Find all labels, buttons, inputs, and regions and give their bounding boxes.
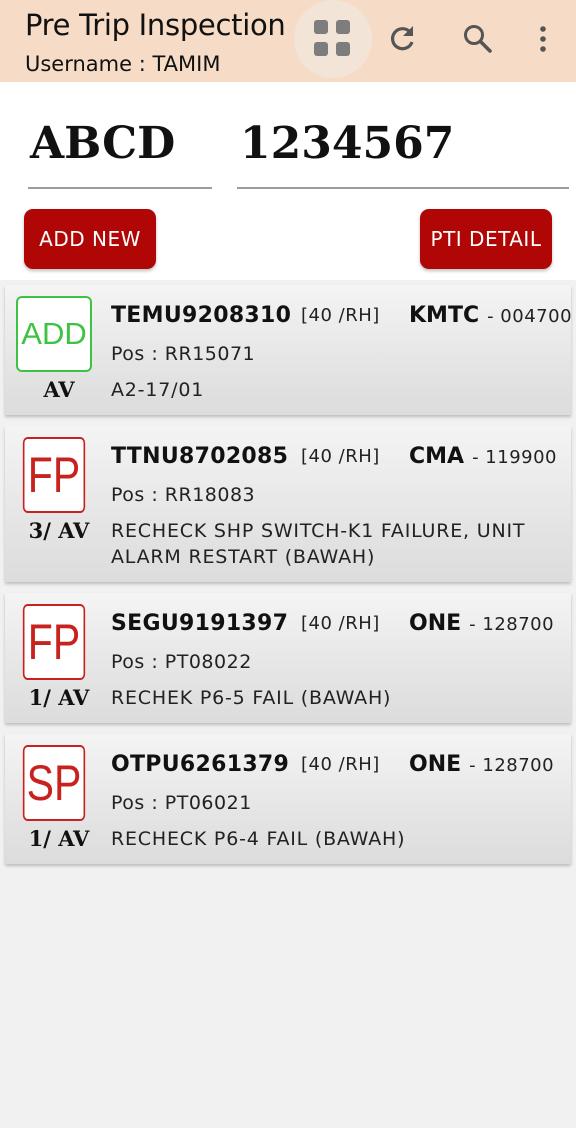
remark: A2-17/01 [111,379,205,401]
status-label: 3/ AV [28,518,90,543]
list-item[interactable]: SP 1/ AV OTPU6261379 [40 /RH] ONE - 12870… [5,734,571,864]
position: Pos : RR18083 [111,484,256,506]
line-code: - 119900 [472,447,558,468]
remark: RECHECK P6-4 FAIL (BAWAH) [111,828,406,850]
size-type: [40 /RH] [301,305,380,326]
line-code: - 004700C [487,306,571,327]
remark: RECHECK SHP SWITCH-K1 FAILURE, UNIT ALAR… [111,520,526,568]
badge-add: ADD [16,296,92,372]
line-code: - 128700 [469,614,555,635]
position: Pos : PT06021 [111,792,252,814]
line-code: - 128700 [469,755,555,776]
list-item[interactable]: FP 1/ AV SEGU9191397 [40 /RH] ONE - 12870… [5,593,571,723]
size-type: [40 /RH] [301,613,380,634]
badge-sp: SP [22,745,86,821]
position: Pos : RR15071 [111,343,256,365]
list-item[interactable]: FP 3/ AV TTNU8702085 [40 /RH] CMA - 11990… [5,426,571,582]
size-type: [40 /RH] [301,446,380,467]
container-number: TTNU8702085 [111,444,289,469]
add-new-button[interactable]: ADD NEW [24,209,156,269]
badge-fp: FP [22,604,86,680]
app-bar: Pre Trip Inspection Username : TAMIM [0,0,576,82]
username-label: Username : TAMIM [25,52,221,76]
position: Pos : PT08022 [111,651,252,673]
more-vert-icon[interactable] [525,20,561,58]
field-right[interactable]: 1234567 [240,118,454,169]
status-label: 1/ AV [28,826,90,851]
container-number: SEGU9191397 [111,611,289,636]
line-name: ONE [409,611,462,636]
line-operator: CMA - 119900 [409,444,557,469]
line-name: ONE [409,752,462,777]
size-type: [40 /RH] [301,754,380,775]
grid-icon[interactable] [294,0,372,78]
pti-detail-button[interactable]: PTI DETAIL [420,209,552,269]
badge-fp: FP [22,437,86,513]
app-title: Pre Trip Inspection [25,8,286,42]
field-left[interactable]: ABCD [30,118,175,169]
line-operator: ONE - 128700 [409,752,554,777]
line-operator: ONE - 128700 [409,611,554,636]
line-operator: KMTC - 004700C [409,303,571,328]
line-name: KMTC [409,303,480,328]
remark: RECHEK P6-5 FAIL (BAWAH) [111,687,392,709]
refresh-icon[interactable] [384,20,420,58]
status-label: AV [43,377,75,402]
search-icon[interactable] [460,20,496,58]
line-name: CMA [409,444,465,469]
container-number: OTPU6261379 [111,752,290,777]
field-left-underline [28,187,212,189]
list-item[interactable]: ADD AV TEMU9208310 [40 /RH] KMTC - 004700… [5,285,571,415]
container-number: TEMU9208310 [111,303,292,328]
status-label: 1/ AV [28,685,90,710]
field-right-underline [237,187,569,189]
